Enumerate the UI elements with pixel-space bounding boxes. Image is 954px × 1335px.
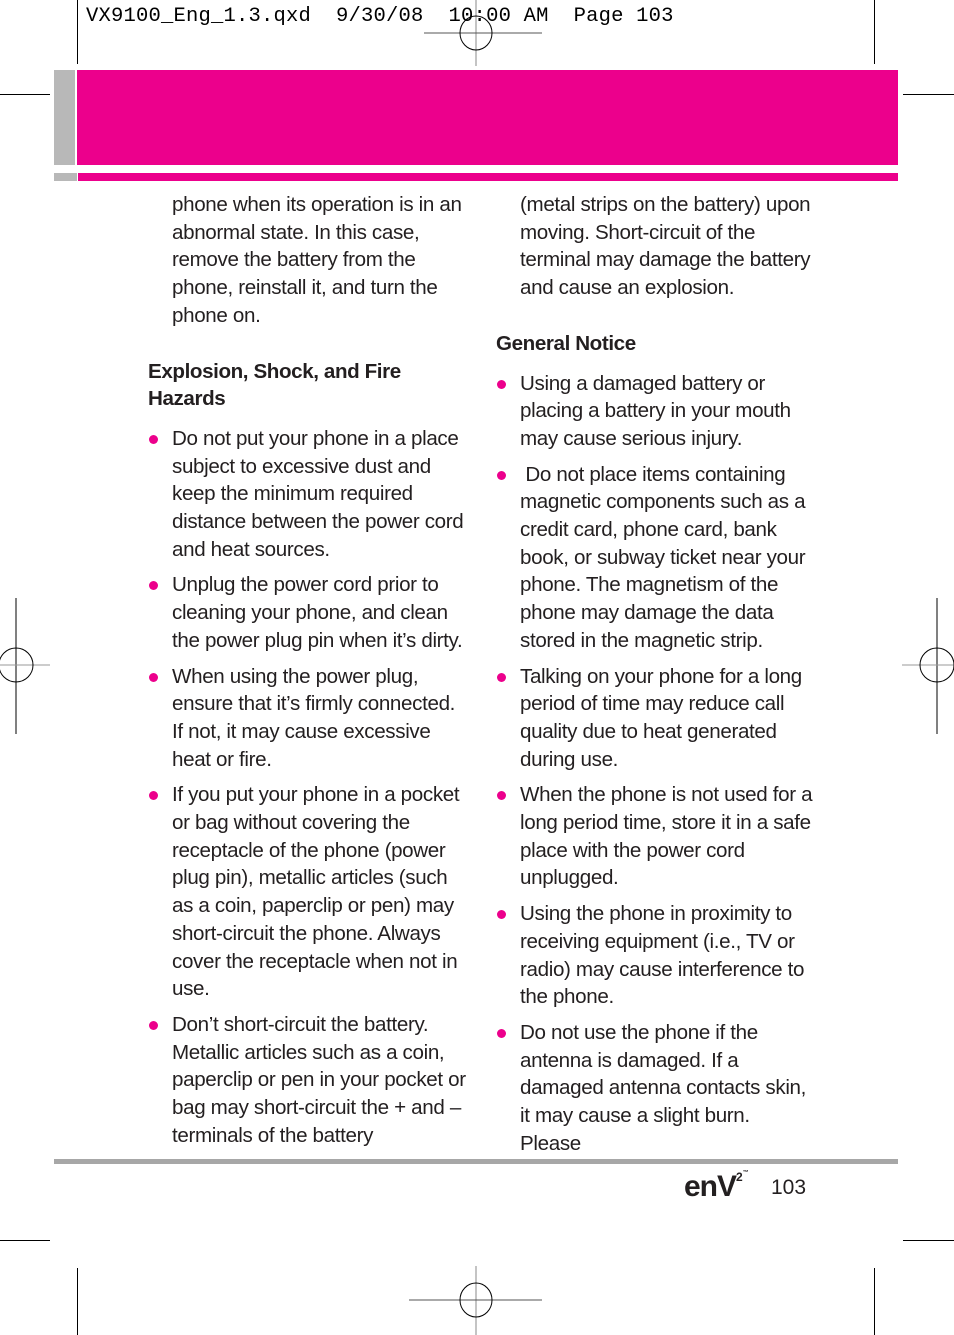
list-item: When using the power plug, ensure that i… xyxy=(148,663,468,774)
crop-mark xyxy=(77,1268,78,1335)
list-item: Do not place items containing magnetic c… xyxy=(496,461,816,655)
list-item: Do not put your phone in a place subject… xyxy=(148,425,468,564)
bullet-icon xyxy=(497,379,506,389)
env2-logo: enV2™ xyxy=(684,1170,749,1204)
bullet-icon xyxy=(149,1020,158,1030)
crop-mark xyxy=(0,94,50,95)
page-number: 103 xyxy=(771,1176,807,1199)
trademark-icon: ™ xyxy=(742,1170,749,1176)
continued-paragraph: phone when its operation is in an abnorm… xyxy=(172,193,462,327)
list-item: Unplug the power cord prior to cleaning … xyxy=(148,571,468,654)
footer-rule xyxy=(54,1159,898,1164)
crop-mark xyxy=(77,0,78,64)
crop-mark xyxy=(0,1240,50,1241)
bullet-icon xyxy=(497,1028,506,1038)
list-item: Using a damaged battery or placing a bat… xyxy=(496,370,816,453)
section-heading-hazards: Explosion, Shock, and Fire Hazards xyxy=(148,359,401,411)
list-item: Talking on your phone for a long period … xyxy=(496,663,816,774)
printer-slug-line: VX9100_Eng_1.3.qxd 9/30/08 10:00 AM Page… xyxy=(86,5,674,28)
list-item: Do not use the phone if the antenna is d… xyxy=(496,1019,816,1158)
list-item: Don’t short-circuit the battery. Metalli… xyxy=(148,1011,468,1150)
list-item: If you put your phone in a pocket or bag… xyxy=(148,781,468,1003)
bullet-icon xyxy=(497,910,506,920)
header-underline-gray xyxy=(54,173,77,181)
registration-mark-right xyxy=(902,598,954,734)
bullet-icon xyxy=(149,672,158,682)
list-item: When the phone is not used for a long pe… xyxy=(496,781,816,892)
registration-mark-top xyxy=(424,0,542,66)
header-underline-pink xyxy=(78,173,898,181)
continued-paragraph: (metal strips on the battery) upon movin… xyxy=(520,193,811,300)
header-banner xyxy=(77,70,898,165)
section-heading-general-notice: General Notice xyxy=(496,331,636,355)
registration-mark-left xyxy=(0,598,50,734)
logo-superscript: 2 xyxy=(736,1170,743,1184)
bullet-icon xyxy=(497,791,506,801)
bullet-icon xyxy=(149,434,158,444)
crop-mark xyxy=(903,94,954,95)
crop-mark xyxy=(903,1240,954,1241)
bullet-icon xyxy=(149,581,158,591)
left-column: phone when its operation is in an abnorm… xyxy=(148,191,468,1158)
bullet-icon xyxy=(497,470,506,480)
bullet-icon xyxy=(497,672,506,682)
logo-text: enV xyxy=(684,1170,737,1203)
list-item: Using the phone in proximity to receivin… xyxy=(496,900,816,1011)
crop-mark xyxy=(874,0,875,64)
registration-mark-bottom xyxy=(409,1266,542,1335)
crop-mark xyxy=(874,1268,875,1335)
header-tab-gray xyxy=(54,70,75,165)
bullet-icon xyxy=(149,791,158,801)
right-column: (metal strips on the battery) upon movin… xyxy=(496,191,816,1166)
